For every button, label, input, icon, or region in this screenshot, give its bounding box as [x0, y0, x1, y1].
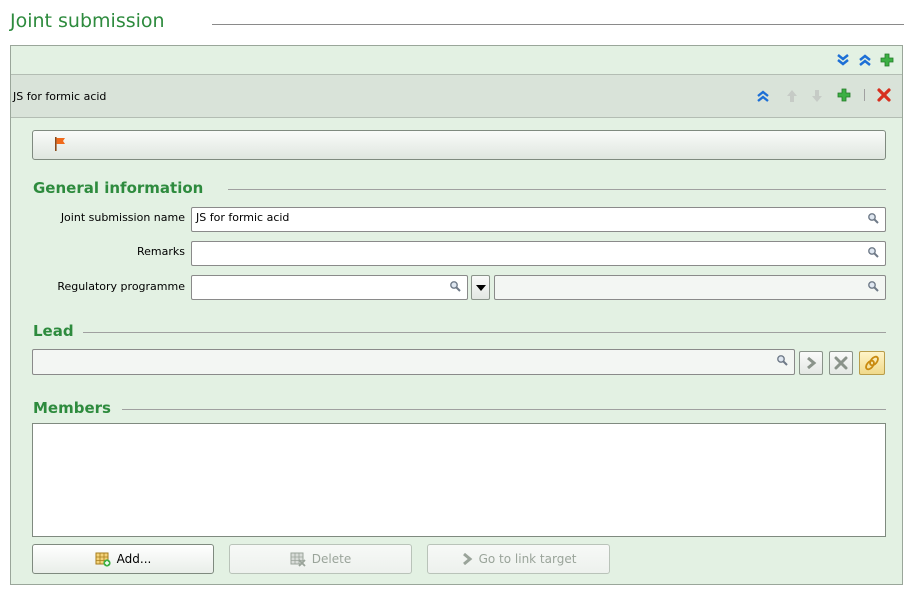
delete-member-button[interactable]: Delete — [229, 544, 412, 574]
dropdown-icon — [475, 284, 486, 291]
goto-icon — [462, 553, 472, 565]
flag-icon — [52, 136, 68, 152]
delete-icon[interactable] — [876, 87, 892, 103]
move-down-icon[interactable] — [811, 88, 823, 102]
add-table-icon — [95, 552, 111, 567]
delete-member-label: Delete — [311, 552, 352, 566]
search-icon[interactable] — [449, 280, 461, 292]
panel-title-rule — [212, 24, 904, 25]
collapse-icon[interactable] — [756, 88, 770, 102]
lead-link-button[interactable] — [859, 351, 885, 375]
joint-submission-name-label: Joint submission name — [60, 211, 185, 224]
record-title: JS for formic acid — [13, 90, 107, 103]
search-icon[interactable] — [867, 212, 879, 224]
members-heading: Members — [33, 399, 111, 417]
remarks-label: Remarks — [137, 245, 185, 258]
flags-bar[interactable] — [32, 130, 886, 160]
go-to-link-target-button[interactable]: Go to link target — [427, 544, 610, 574]
members-rule — [122, 409, 886, 410]
expand-all-icon[interactable] — [835, 52, 851, 68]
add-member-button[interactable]: Add... — [32, 544, 214, 574]
members-table[interactable] — [32, 423, 886, 537]
search-icon[interactable] — [867, 280, 879, 292]
panel-title: Joint submission — [10, 10, 165, 32]
search-icon[interactable] — [776, 354, 788, 366]
go-to-link-target-label: Go to link target — [478, 552, 577, 566]
joint-submission-name-value: JS for formic acid — [196, 211, 290, 224]
add-icon[interactable] — [879, 52, 895, 68]
regulatory-programme-dropdown[interactable] — [471, 275, 490, 300]
general-information-rule — [228, 189, 886, 190]
lead-clear-button[interactable] — [829, 351, 853, 375]
lead-goto-button[interactable] — [799, 351, 823, 375]
regulatory-programme-other-field[interactable] — [494, 275, 886, 300]
joint-submission-name-field[interactable]: JS for formic acid — [191, 207, 886, 232]
regulatory-programme-field[interactable] — [191, 275, 468, 300]
lead-rule — [83, 332, 886, 333]
search-icon[interactable] — [867, 246, 879, 258]
collapse-all-icon[interactable] — [857, 52, 873, 68]
add-record-icon[interactable] — [836, 87, 852, 103]
lead-heading: Lead — [33, 322, 74, 340]
regulatory-programme-label: Regulatory programme — [57, 280, 185, 293]
lead-field[interactable] — [32, 349, 795, 375]
add-member-label: Add... — [116, 552, 152, 566]
link-icon — [865, 355, 879, 371]
general-information-heading: General information — [33, 179, 204, 197]
separator — [864, 89, 865, 101]
clear-icon — [834, 356, 848, 370]
delete-table-icon — [290, 552, 306, 567]
move-up-icon[interactable] — [786, 88, 798, 102]
remarks-field[interactable] — [191, 241, 886, 266]
goto-icon — [807, 357, 817, 369]
